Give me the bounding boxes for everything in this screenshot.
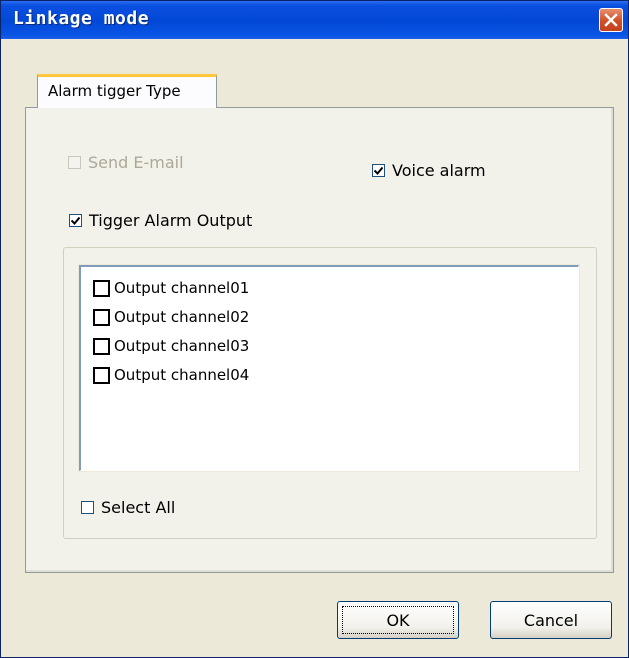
cancel-button[interactable]: Cancel: [490, 601, 612, 639]
select-all-checkbox-row[interactable]: Select All: [81, 498, 175, 517]
send-email-checkbox: [68, 156, 81, 169]
list-item-output-channel04[interactable]: Output channel04: [93, 366, 249, 384]
ok-button[interactable]: OK: [337, 601, 459, 639]
list-item-output-channel01[interactable]: Output channel01: [93, 279, 249, 297]
output-channel02-label: Output channel02: [114, 308, 250, 326]
list-item-output-channel02[interactable]: Output channel02: [93, 308, 249, 326]
title-bar[interactable]: Linkage mode: [1, 1, 628, 39]
list-item-output-channel03[interactable]: Output channel03: [93, 337, 249, 355]
output-channel03-label: Output channel03: [114, 337, 250, 355]
output-channel01-label: Output channel01: [114, 279, 250, 297]
focus-rectangle: [342, 606, 454, 634]
voice-alarm-label: Voice alarm: [392, 161, 486, 180]
output-channel01-checkbox[interactable]: [93, 279, 110, 297]
select-all-label: Select All: [101, 498, 176, 517]
select-all-checkbox[interactable]: [81, 501, 94, 514]
output-channel04-checkbox[interactable]: [93, 366, 110, 384]
output-channel04-label: Output channel04: [114, 366, 250, 384]
voice-alarm-checkbox-row[interactable]: Voice alarm: [372, 161, 486, 180]
close-icon: [604, 13, 618, 27]
send-email-checkbox-row: Send E-mail: [68, 153, 184, 172]
cancel-button-label: Cancel: [523, 610, 579, 630]
checkmark-icon: [374, 166, 383, 175]
close-button[interactable]: [599, 8, 623, 32]
trigger-alarm-output-checkbox[interactable]: [69, 214, 82, 227]
linkage-mode-dialog: Linkage mode Alarm tigger Type Send E-ma…: [0, 0, 629, 658]
tab-label: Alarm tigger Type: [48, 82, 181, 100]
trigger-alarm-output-checkbox-row[interactable]: Tigger Alarm Output: [69, 211, 252, 230]
trigger-alarm-output-label: Tigger Alarm Output: [89, 211, 253, 230]
window-title: Linkage mode: [13, 8, 150, 29]
checkmark-icon: [71, 216, 80, 225]
output-channel-list[interactable]: Output channel01 Output channel02 Output…: [79, 265, 579, 471]
output-channel02-checkbox[interactable]: [93, 308, 110, 326]
output-channel03-checkbox[interactable]: [93, 337, 110, 355]
voice-alarm-checkbox[interactable]: [372, 164, 385, 177]
tab-alarm-trigger-type[interactable]: Alarm tigger Type: [37, 74, 217, 108]
send-email-label: Send E-mail: [88, 153, 184, 172]
